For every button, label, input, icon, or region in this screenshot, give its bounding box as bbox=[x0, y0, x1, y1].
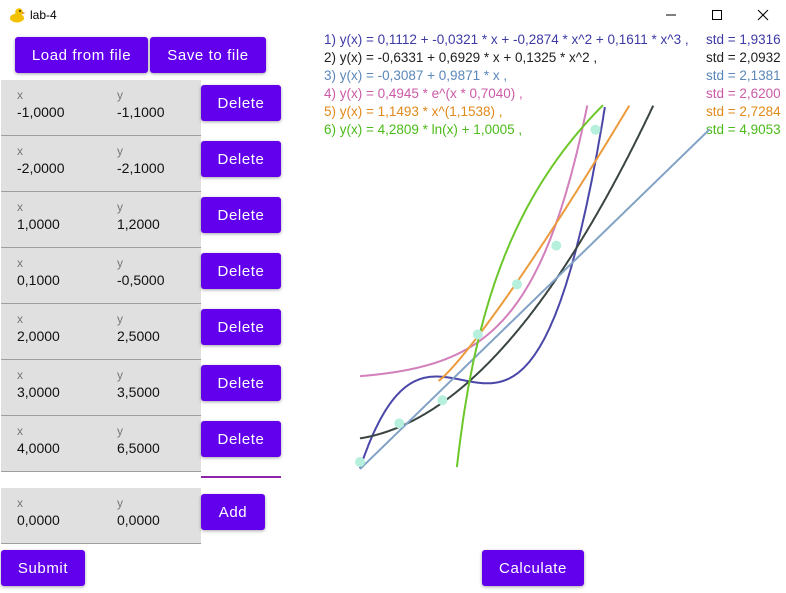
new-y-field[interactable]: y 0,0000 bbox=[101, 488, 201, 544]
point-x-label: x bbox=[17, 200, 23, 214]
point-y-field[interactable]: y -1,1000 bbox=[101, 80, 201, 136]
point-x-field[interactable]: x -1,0000 bbox=[1, 80, 101, 136]
point-y-value: 6,5000 bbox=[117, 440, 160, 456]
point-row: x 3,0000 y 3,5000 Delete bbox=[0, 360, 290, 416]
point-y-field[interactable]: y 3,5000 bbox=[101, 360, 201, 416]
point-x-label: x bbox=[17, 144, 23, 158]
point-x-field[interactable]: x 3,0000 bbox=[1, 360, 101, 416]
point-x-value: 3,0000 bbox=[17, 384, 60, 400]
equation-line: 1) y(x) = 0,1112 + -0,0321 * x + -0,2874… bbox=[324, 32, 689, 47]
point-x-value: 1,0000 bbox=[17, 216, 60, 232]
point-row: x 0,1000 y -0,5000 Delete bbox=[0, 248, 290, 304]
add-button[interactable]: Add bbox=[201, 494, 265, 530]
point-y-value: -1,1000 bbox=[117, 104, 165, 120]
point-y-label: y bbox=[117, 200, 123, 214]
data-point bbox=[472, 329, 483, 340]
new-x-field[interactable]: x 0,0000 bbox=[1, 488, 101, 544]
data-point bbox=[590, 124, 601, 135]
data-point bbox=[551, 240, 562, 251]
minimize-icon bbox=[666, 14, 676, 16]
point-y-label: y bbox=[117, 88, 123, 102]
point-y-label: y bbox=[117, 368, 123, 382]
fit-curve-3 bbox=[359, 128, 711, 470]
point-x-value: -1,0000 bbox=[17, 104, 65, 120]
point-y-field[interactable]: y -0,5000 bbox=[101, 248, 201, 304]
point-y-value: 2,5000 bbox=[117, 328, 160, 344]
point-x-label: x bbox=[17, 256, 23, 270]
data-point bbox=[512, 279, 522, 290]
point-row: x -2,0000 y -2,1000 Delete bbox=[0, 136, 290, 192]
point-y-label: y bbox=[117, 424, 123, 438]
close-button[interactable] bbox=[740, 0, 786, 30]
window-title: lab-4 bbox=[30, 8, 57, 22]
maximize-button[interactable] bbox=[694, 0, 740, 30]
point-x-field[interactable]: x 1,0000 bbox=[1, 192, 101, 248]
delete-button[interactable]: Delete bbox=[201, 253, 281, 289]
maximize-icon bbox=[712, 10, 722, 20]
new-y-label: y bbox=[117, 496, 123, 510]
delete-button[interactable]: Delete bbox=[201, 141, 281, 177]
submit-button[interactable]: Submit bbox=[1, 550, 85, 586]
point-x-field[interactable]: x 0,1000 bbox=[1, 248, 101, 304]
minimize-button[interactable] bbox=[648, 0, 694, 30]
point-row: x 2,0000 y 2,5000 Delete bbox=[0, 304, 290, 360]
equation-line: 2) y(x) = -0,6331 + 0,6929 * x + 0,1325 … bbox=[324, 50, 598, 65]
point-y-value: -2,1000 bbox=[117, 160, 165, 176]
std-value: std = 2,0932 bbox=[706, 50, 781, 65]
point-x-value: 2,0000 bbox=[17, 328, 60, 344]
new-x-value: 0,0000 bbox=[17, 512, 60, 528]
title-bar: lab-4 bbox=[0, 0, 786, 30]
point-y-label: y bbox=[117, 312, 123, 326]
delete-button[interactable]: Delete bbox=[201, 421, 281, 457]
point-y-label: y bbox=[117, 256, 123, 270]
point-x-field[interactable]: x -2,0000 bbox=[1, 136, 101, 192]
new-y-value: 0,0000 bbox=[117, 512, 160, 528]
std-value: std = 2,1381 bbox=[706, 68, 781, 83]
point-x-value: 4,0000 bbox=[17, 440, 60, 456]
equation-line: 3) y(x) = -0,3087 + 0,9871 * x , bbox=[324, 68, 508, 83]
approximation-chart bbox=[355, 104, 711, 470]
point-x-label: x bbox=[17, 88, 23, 102]
delete-button[interactable]: Delete bbox=[201, 85, 281, 121]
fit-curve-6 bbox=[455, 104, 604, 468]
delete-button[interactable]: Delete bbox=[201, 197, 281, 233]
point-x-label: x bbox=[17, 424, 23, 438]
data-point bbox=[355, 457, 365, 467]
point-y-field[interactable]: y -2,1000 bbox=[101, 136, 201, 192]
close-icon bbox=[757, 9, 769, 21]
point-y-value: -0,5000 bbox=[117, 272, 165, 288]
delete-button[interactable]: Delete bbox=[201, 309, 281, 345]
point-y-field[interactable]: y 2,5000 bbox=[101, 304, 201, 360]
point-x-field[interactable]: x 2,0000 bbox=[1, 304, 101, 360]
fit-curve-5 bbox=[437, 105, 631, 382]
point-y-label: y bbox=[117, 144, 123, 158]
fit-curve-1 bbox=[359, 106, 606, 469]
list-scroll-indicator bbox=[201, 476, 281, 478]
point-row: x -1,0000 y -1,1000 Delete bbox=[0, 80, 290, 136]
point-x-label: x bbox=[17, 368, 23, 382]
duck-app-icon bbox=[10, 8, 26, 23]
std-value: std = 1,9316 bbox=[706, 32, 781, 47]
new-x-label: x bbox=[17, 496, 23, 510]
point-x-label: x bbox=[17, 312, 23, 326]
point-y-value: 1,2000 bbox=[117, 216, 160, 232]
points-list[interactable]: x -1,0000 y -1,1000 Delete x -2,0000 y -2,1000 De… bbox=[0, 80, 290, 477]
point-y-field[interactable]: y 6,5000 bbox=[101, 416, 201, 472]
point-y-field[interactable]: y 1,2000 bbox=[101, 192, 201, 248]
data-point bbox=[437, 395, 448, 406]
load-from-file-button[interactable]: Load from file bbox=[15, 37, 148, 73]
point-y-value: 3,5000 bbox=[117, 384, 160, 400]
delete-button[interactable]: Delete bbox=[201, 365, 281, 401]
data-point bbox=[394, 418, 405, 429]
save-to-file-button[interactable]: Save to file bbox=[150, 37, 266, 73]
point-row: x 1,0000 y 1,2000 Delete bbox=[0, 192, 290, 248]
calculate-button[interactable]: Calculate bbox=[482, 550, 584, 586]
point-row: x 4,0000 y 6,5000 Delete bbox=[0, 416, 290, 472]
point-x-field[interactable]: x 4,0000 bbox=[1, 416, 101, 472]
point-x-value: -2,0000 bbox=[17, 160, 65, 176]
point-x-value: 0,1000 bbox=[17, 272, 60, 288]
